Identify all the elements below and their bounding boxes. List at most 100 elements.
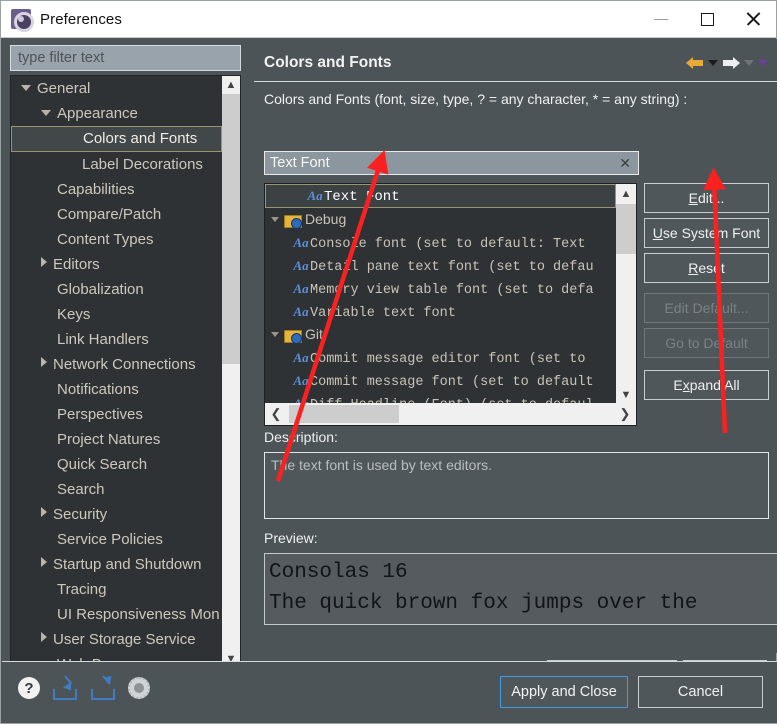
sidebar-item-notifications[interactable]: Notifications <box>11 377 223 402</box>
sidebar-item-content-types[interactable]: Content Types <box>11 227 223 252</box>
go-to-default-button: Go to Default <box>644 328 769 358</box>
font-list-tree[interactable]: AaText Font Debug AaConsole font (set to d… <box>264 183 637 426</box>
sidebar-item-link-handlers[interactable]: Link Handlers <box>11 327 223 352</box>
collapsed-arrow-icon[interactable] <box>41 257 47 267</box>
font-row[interactable]: AaText Font <box>265 184 616 208</box>
sidebar: type filter text General Appearance Colors… <box>2 39 248 691</box>
sidebar-item-security[interactable]: Security <box>11 502 223 527</box>
window-title: Preferences <box>40 10 122 28</box>
font-scroll-up-icon[interactable]: ▲ <box>616 184 636 204</box>
edit-button[interactable]: Edit... <box>644 183 769 213</box>
sidebar-item-user-storage-service[interactable]: User Storage Service <box>11 627 223 652</box>
scroll-up-icon[interactable]: ▲ <box>222 76 240 94</box>
font-aa-icon: Aa <box>307 188 323 203</box>
sidebar-item-perspectives[interactable]: Perspectives <box>11 402 223 427</box>
font-list-vertical-scrollbar[interactable]: ▲ ▼ <box>616 184 636 405</box>
clear-x-icon[interactable]: ✕ <box>619 156 631 170</box>
preferences-gear-icon <box>11 9 34 32</box>
scrollbar-thumb[interactable] <box>222 94 240 364</box>
font-aa-icon: Aa <box>293 304 309 319</box>
font-row[interactable]: AaConsole font (set to default: Text <box>265 231 617 254</box>
import-preferences-icon[interactable] <box>52 676 78 700</box>
sidebar-item-startup-and-shutdown[interactable]: Startup and Shutdown <box>11 552 223 577</box>
sidebar-item-ui-responsiveness-mon[interactable]: UI Responsiveness Mon <box>11 602 223 627</box>
font-scroll-down-icon[interactable]: ▼ <box>616 385 636 405</box>
forward-history-button[interactable] <box>744 60 754 66</box>
collapsed-arrow-icon[interactable] <box>41 632 47 642</box>
edit-default-button: Edit Default... <box>644 293 769 323</box>
sidebar-item-project-natures[interactable]: Project Natures <box>11 427 223 452</box>
use-system-font-button[interactable]: Use System Font <box>644 218 769 248</box>
preview-line: The quick brown fox jumps over the <box>269 592 698 615</box>
sidebar-item-label: Keys <box>57 306 91 323</box>
forward-button[interactable] <box>722 56 740 70</box>
sidebar-item-general[interactable]: General <box>11 76 223 101</box>
expanded-arrow-icon[interactable] <box>21 85 31 91</box>
sidebar-vertical-scrollbar[interactable]: ▲ ▼ <box>222 76 240 668</box>
font-search-input[interactable]: Text Font ✕ <box>264 151 639 175</box>
help-icon[interactable]: ? <box>18 677 40 699</box>
back-arrow-icon <box>686 56 704 70</box>
font-row[interactable]: AaVariable text font <box>265 300 617 323</box>
apply-and-close-label: Apply and Close <box>511 684 617 700</box>
filter-input[interactable]: type filter text <box>10 45 241 71</box>
font-row[interactable]: Debug <box>265 208 617 231</box>
sidebar-item-globalization[interactable]: Globalization <box>11 277 223 302</box>
font-row[interactable]: Git <box>265 323 617 346</box>
expanded-arrow-icon[interactable] <box>271 217 279 222</box>
filter-hint-label: Colors and Fonts (font, size, type, ? = … <box>264 91 688 107</box>
sidebar-item-keys[interactable]: Keys <box>11 302 223 327</box>
sidebar-item-colors-and-fonts[interactable]: Colors and Fonts <box>11 126 222 152</box>
preview-label: Preview: <box>264 530 318 546</box>
sidebar-item-label: Service Policies <box>57 531 163 548</box>
window-controls <box>638 1 776 38</box>
cancel-button[interactable]: Cancel <box>638 676 763 708</box>
sidebar-item-label-decorations[interactable]: Label Decorations <box>11 152 223 177</box>
font-search-value: Text Font <box>270 155 330 171</box>
sidebar-item-label: Tracing <box>57 581 107 598</box>
font-row[interactable]: AaCommit message font (set to default <box>265 369 617 392</box>
font-hscrollbar-thumb[interactable] <box>289 405 399 423</box>
font-row-label: Memory view table font (set to defa <box>310 283 594 298</box>
sidebar-item-quick-search[interactable]: Quick Search <box>11 452 223 477</box>
font-scrollbar-thumb[interactable] <box>616 204 636 254</box>
sidebar-item-network-connections[interactable]: Network Connections <box>11 352 223 377</box>
sidebar-item-search[interactable]: Search <box>11 477 223 502</box>
sidebar-item-tracing[interactable]: Tracing <box>11 577 223 602</box>
sidebar-item-service-policies[interactable]: Service Policies <box>11 527 223 552</box>
font-scroll-left-icon[interactable]: ❮ <box>265 403 287 425</box>
collapsed-arrow-icon[interactable] <box>41 507 47 517</box>
view-menu-button[interactable] <box>758 60 768 66</box>
sidebar-item-label: Startup and Shutdown <box>53 556 202 573</box>
maximize-button[interactable] <box>684 1 730 38</box>
expand-all-button[interactable]: Expand All <box>644 370 769 400</box>
collapsed-arrow-icon[interactable] <box>41 557 47 567</box>
font-aa-icon: Aa <box>293 373 309 388</box>
font-row[interactable]: AaCommit message editor font (set to <box>265 346 617 369</box>
back-button[interactable] <box>686 56 704 70</box>
collapsed-arrow-icon[interactable] <box>41 357 47 367</box>
font-row[interactable]: AaDetail pane text font (set to defau <box>265 254 617 277</box>
preferences-tree[interactable]: General Appearance Colors and Fonts Label D… <box>10 75 241 691</box>
export-preferences-icon[interactable] <box>90 672 116 700</box>
expanded-arrow-icon[interactable] <box>41 110 51 116</box>
reset-button[interactable]: Reset <box>644 253 769 283</box>
settings-gear-icon[interactable] <box>128 677 150 699</box>
button-label: Expand All <box>673 377 740 393</box>
font-list-horizontal-scrollbar[interactable]: ❮ ❯ <box>265 403 636 425</box>
page-header: Colors and Fonts <box>254 47 777 79</box>
sidebar-item-compare-patch[interactable]: Compare/Patch <box>11 202 223 227</box>
sidebar-item-capabilities[interactable]: Capabilities <box>11 177 223 202</box>
close-button[interactable] <box>730 1 776 38</box>
sidebar-item-appearance[interactable]: Appearance <box>11 101 223 126</box>
font-row-label: Variable text font <box>310 306 456 321</box>
sidebar-item-label: Colors and Fonts <box>83 130 198 147</box>
close-icon <box>745 11 761 27</box>
sidebar-item-editors[interactable]: Editors <box>11 252 223 277</box>
font-row[interactable]: AaMemory view table font (set to defa <box>265 277 617 300</box>
font-scroll-right-icon[interactable]: ❯ <box>614 403 636 425</box>
apply-and-close-button[interactable]: Apply and Close <box>500 676 628 708</box>
back-history-button[interactable] <box>708 60 718 66</box>
expanded-arrow-icon[interactable] <box>271 332 279 337</box>
minimize-button[interactable] <box>638 1 684 38</box>
